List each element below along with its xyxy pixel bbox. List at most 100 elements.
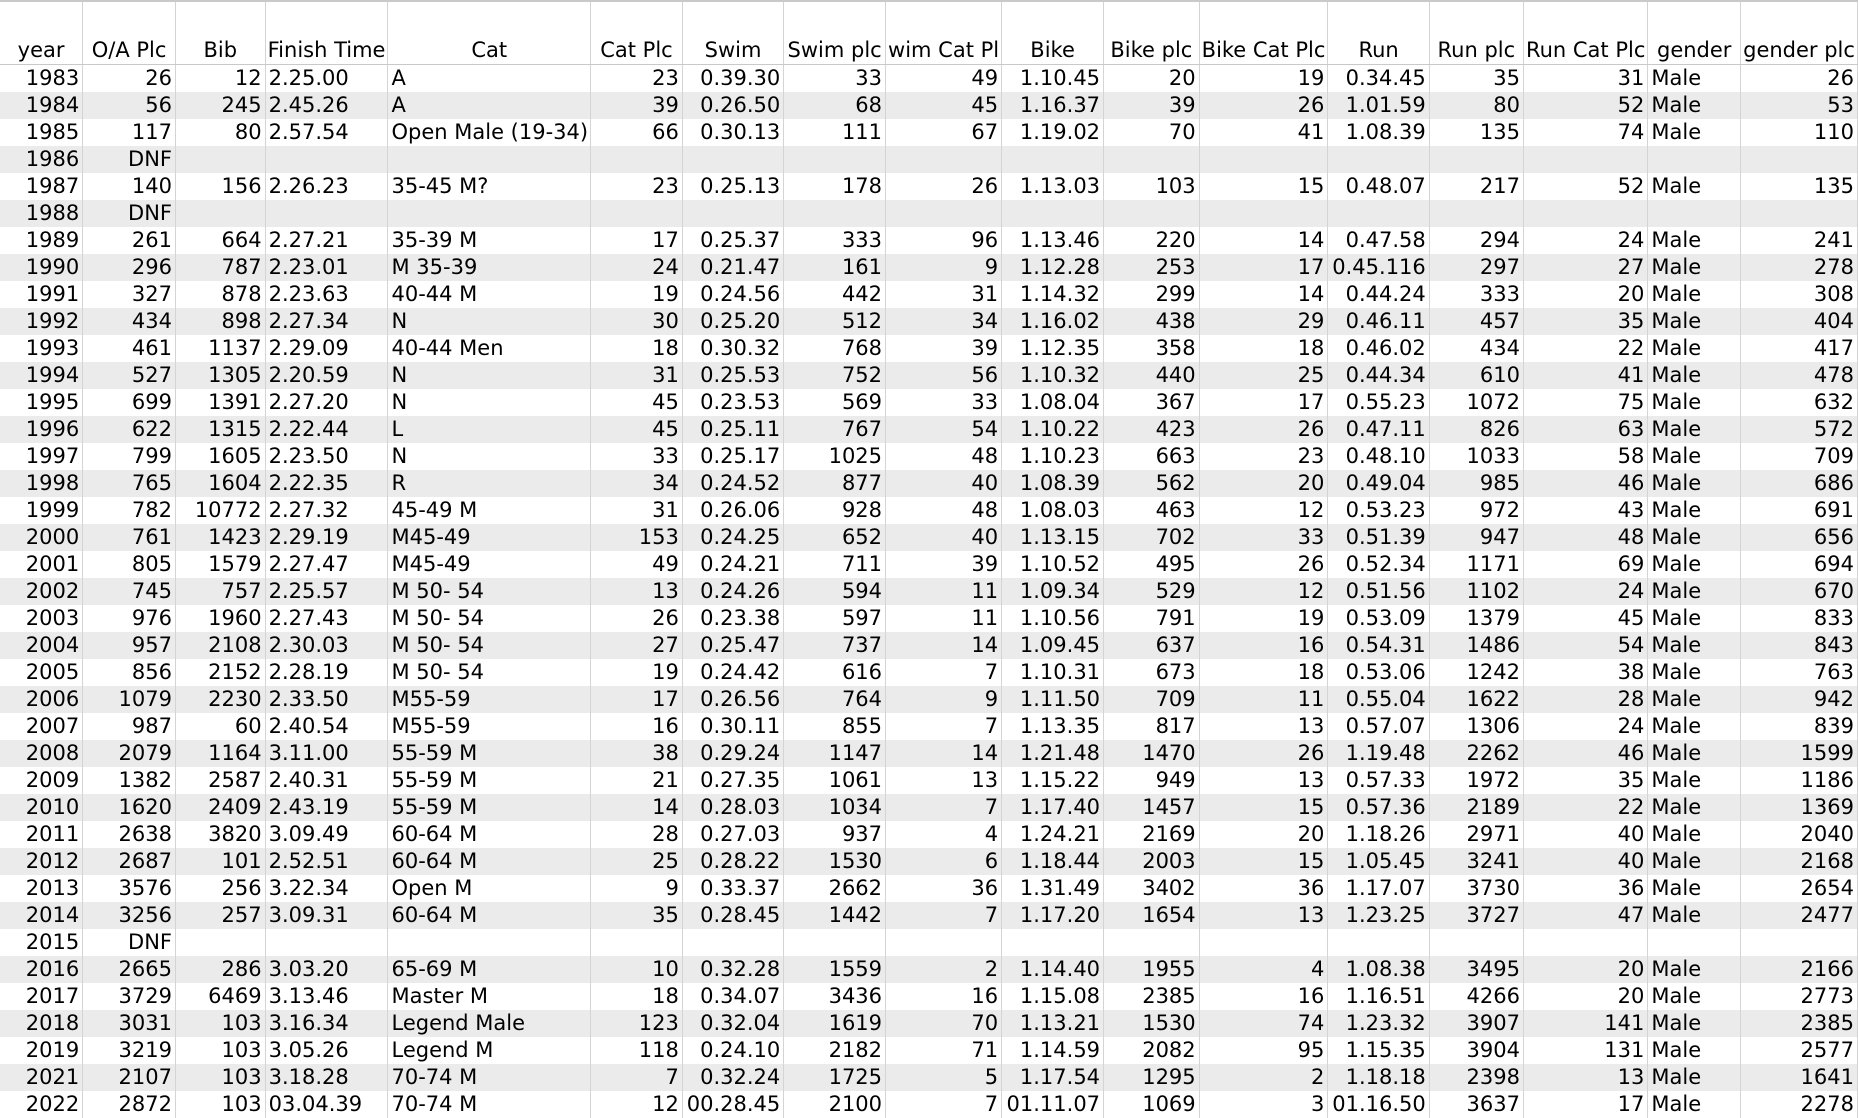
cell-bike-cat-plc[interactable]: 15 [1199, 172, 1329, 200]
cell-cat-plc[interactable]: 27 [590, 631, 683, 659]
cell-cat-plc[interactable]: 16 [590, 712, 683, 740]
cell-bike-plc[interactable]: 817 [1103, 712, 1200, 740]
cell-oa-plc[interactable]: 527 [82, 361, 176, 389]
cell-swim-plc[interactable]: 161 [783, 253, 887, 281]
cell-swim-plc[interactable]: 1025 [783, 442, 887, 470]
cell-bike-cat-plc[interactable]: 18 [1199, 334, 1329, 362]
cell-year[interactable]: 2010 [0, 793, 84, 821]
cell-cat-plc[interactable]: 10 [590, 955, 683, 983]
cell-bike[interactable]: 1.10.52 [1001, 550, 1105, 578]
cell-bib[interactable]: 2230 [175, 685, 266, 713]
cell-bib[interactable]: 12 [175, 64, 266, 92]
cell-bib[interactable]: 787 [175, 253, 266, 281]
cell-cat-plc[interactable]: 25 [590, 847, 683, 875]
cell-cat[interactable]: 45-49 M [387, 496, 592, 524]
cell-gender-plc[interactable]: 942 [1740, 685, 1858, 713]
cell-gender[interactable]: Male [1647, 469, 1742, 497]
cell-cat[interactable]: 40-44 Men [387, 334, 592, 362]
cell-gender[interactable]: Male [1647, 523, 1742, 551]
cell-run-cat-plc[interactable]: 69 [1523, 550, 1649, 578]
cell-cat[interactable]: 60-64 M [387, 901, 592, 929]
cell-oa-plc[interactable]: 2107 [82, 1063, 176, 1091]
cell-run[interactable]: 0.47.58 [1327, 226, 1430, 254]
cell-gender-plc[interactable]: 308 [1740, 280, 1858, 308]
cell-swim-plc[interactable]: 752 [783, 361, 887, 389]
cell-run-cat-plc[interactable]: 31 [1523, 64, 1649, 92]
cell-cat[interactable]: A [387, 91, 592, 119]
cell-year[interactable]: 1998 [0, 469, 84, 497]
cell-swim[interactable] [682, 928, 785, 956]
cell-bike-plc[interactable]: 2003 [1103, 847, 1200, 875]
cell-swim[interactable]: 0.34.07 [682, 982, 785, 1010]
cell-run[interactable]: 0.57.36 [1327, 793, 1430, 821]
cell-year[interactable]: 1993 [0, 334, 84, 362]
cell-bike[interactable]: 1.13.21 [1001, 1009, 1105, 1037]
cell-year[interactable]: 1992 [0, 307, 84, 335]
cell-run[interactable]: 0.53.06 [1327, 658, 1430, 686]
cell-run-cat-plc[interactable] [1523, 145, 1649, 173]
cell-bike-cat-plc[interactable]: 17 [1199, 388, 1329, 416]
cell-cat-plc[interactable]: 35 [590, 901, 683, 929]
cell-bike-cat-plc[interactable]: 36 [1199, 874, 1329, 902]
cell-cat[interactable] [387, 928, 592, 956]
cell-cat-plc[interactable]: 26 [590, 604, 683, 632]
cell-swim-cat-plc[interactable]: 14 [885, 631, 1003, 659]
cell-run-plc[interactable]: 1972 [1429, 766, 1524, 794]
cell-swim-cat-plc[interactable] [885, 199, 1003, 227]
cell-year[interactable]: 2021 [0, 1063, 84, 1091]
cell-cat[interactable]: 65-69 M [387, 955, 592, 983]
cell-cat-plc[interactable]: 30 [590, 307, 683, 335]
cell-bib[interactable]: 103 [175, 1009, 266, 1037]
cell-run-cat-plc[interactable]: 75 [1523, 388, 1649, 416]
cell-cat[interactable]: L [387, 415, 592, 443]
cell-bike-plc[interactable]: 673 [1103, 658, 1200, 686]
cell-cat-plc[interactable]: 66 [590, 118, 683, 146]
cell-bike-plc[interactable]: 20 [1103, 64, 1200, 92]
cell-swim-plc[interactable]: 1530 [783, 847, 887, 875]
cell-run[interactable]: 0.51.39 [1327, 523, 1430, 551]
cell-finish-time[interactable]: 3.11.00 [265, 739, 389, 767]
cell-year[interactable]: 1996 [0, 415, 84, 443]
cell-bike-plc[interactable]: 367 [1103, 388, 1200, 416]
cell-cat-plc[interactable]: 34 [590, 469, 683, 497]
cell-oa-plc[interactable]: 799 [82, 442, 176, 470]
cell-run[interactable]: 0.53.09 [1327, 604, 1430, 632]
cell-swim-cat-plc[interactable]: 26 [885, 172, 1003, 200]
cell-finish-time[interactable]: 2.45.26 [265, 91, 389, 119]
cell-bike-cat-plc[interactable]: 26 [1199, 550, 1329, 578]
cell-bike[interactable]: 1.13.15 [1001, 523, 1105, 551]
cell-bike[interactable]: 1.10.22 [1001, 415, 1105, 443]
cell-bike-plc[interactable]: 1955 [1103, 955, 1200, 983]
cell-swim-cat-plc[interactable]: 7 [885, 1090, 1003, 1118]
cell-run-plc[interactable]: 2189 [1429, 793, 1524, 821]
cell-cat-plc[interactable]: 49 [590, 550, 683, 578]
cell-run[interactable] [1327, 145, 1430, 173]
cell-bike-cat-plc[interactable]: 13 [1199, 901, 1329, 929]
cell-run-cat-plc[interactable]: 52 [1523, 172, 1649, 200]
cell-run[interactable]: 1.05.45 [1327, 847, 1430, 875]
cell-bike[interactable] [1001, 928, 1105, 956]
cell-swim-plc[interactable] [783, 199, 887, 227]
cell-oa-plc[interactable]: 3576 [82, 874, 176, 902]
cell-swim-plc[interactable]: 937 [783, 820, 887, 848]
cell-cat[interactable]: 35-45 M? [387, 172, 592, 200]
cell-bib[interactable]: 60 [175, 712, 266, 740]
cell-bike-plc[interactable]: 3402 [1103, 874, 1200, 902]
cell-year[interactable]: 1991 [0, 280, 84, 308]
cell-gender[interactable]: Male [1647, 1036, 1742, 1064]
cell-swim[interactable]: 0.25.20 [682, 307, 785, 335]
cell-gender-plc[interactable]: 135 [1740, 172, 1858, 200]
cell-bib[interactable]: 757 [175, 577, 266, 605]
cell-bib[interactable]: 256 [175, 874, 266, 902]
cell-run-plc[interactable]: 35 [1429, 64, 1524, 92]
cell-gender[interactable]: Male [1647, 388, 1742, 416]
cell-bike-cat-plc[interactable]: 4 [1199, 955, 1329, 983]
cell-bike-cat-plc[interactable]: 33 [1199, 523, 1329, 551]
cell-run[interactable]: 0.49.04 [1327, 469, 1430, 497]
swim-header[interactable]: Swim [682, 0, 785, 65]
cell-bib[interactable]: 878 [175, 280, 266, 308]
cell-bib[interactable]: 2108 [175, 631, 266, 659]
cell-gender[interactable]: Male [1647, 982, 1742, 1010]
year-header[interactable]: year [0, 0, 84, 65]
cell-cat-plc[interactable]: 123 [590, 1009, 683, 1037]
